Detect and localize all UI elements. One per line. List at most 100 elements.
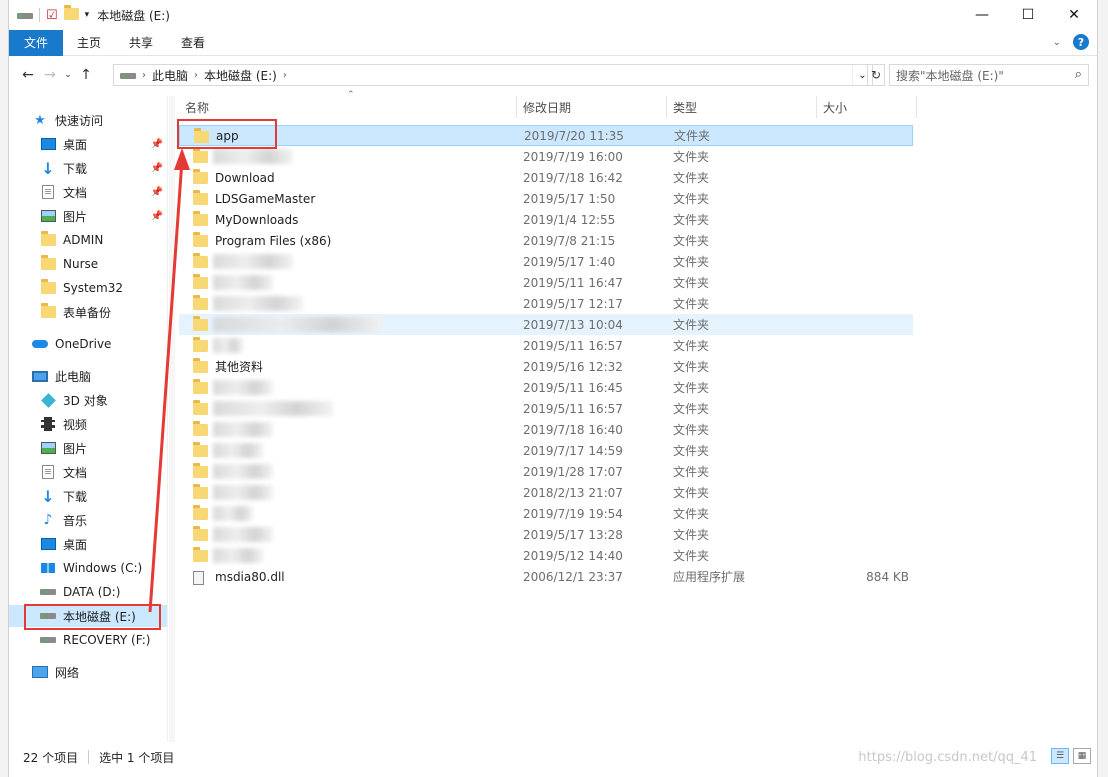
file-name: Program Files (x86) (215, 233, 332, 248)
picture-icon (39, 208, 57, 224)
file-row[interactable]: 2019/7/19 16:00 文件夹 (179, 146, 913, 167)
file-type: 文件夹 (673, 423, 710, 437)
file-row[interactable]: 2019/7/19 19:54 文件夹 (179, 503, 913, 524)
ribbon-tabs: 文件 主页 共享 查看 ⌄ ? (9, 29, 1097, 56)
folder-icon (193, 316, 208, 334)
document-icon (39, 184, 57, 200)
nav-label: 表单备份 (63, 305, 112, 320)
maximize-button[interactable]: ☐ (1005, 0, 1051, 30)
nav-drive-c[interactable]: Windows (C:) (9, 557, 167, 579)
file-row[interactable]: app 2019/7/20 11:35 文件夹 (179, 125, 913, 146)
nav-pictures[interactable]: 图片 (9, 437, 167, 459)
nav-desktop[interactable]: 桌面 (9, 533, 167, 555)
nav-folder-nurse[interactable]: Nurse (9, 253, 167, 275)
nav-drive-d[interactable]: DATA (D:) (9, 581, 167, 603)
tab-share[interactable]: 共享 (115, 30, 167, 56)
nav-desktop-pinned[interactable]: 桌面 📌 (9, 133, 167, 155)
folder-icon (193, 547, 208, 565)
close-button[interactable]: ✕ (1051, 0, 1097, 30)
search-icon[interactable]: ⌕ (1075, 67, 1082, 82)
file-row[interactable]: 2019/7/18 16:40 文件夹 (179, 419, 913, 440)
nav-folder-admin[interactable]: ADMIN (9, 229, 167, 251)
refresh-button[interactable]: ↻ (867, 64, 885, 86)
file-type: 文件夹 (673, 528, 710, 542)
column-date-modified[interactable]: 修改日期 (517, 96, 667, 118)
file-row[interactable]: 2019/7/13 10:04 文件夹 (179, 314, 913, 335)
nav-music[interactable]: ♪ 音乐 (9, 509, 167, 531)
redacted-name-blur (213, 527, 273, 542)
minimize-button[interactable]: — (959, 0, 1005, 30)
properties-quick-icon[interactable]: ☑ (46, 8, 58, 23)
file-row[interactable]: 2019/1/28 17:07 文件夹 (179, 461, 913, 482)
column-size[interactable]: 大小 (817, 96, 917, 118)
file-row[interactable]: MyDownloads 2019/1/4 12:55 文件夹 (179, 209, 913, 230)
file-row[interactable]: LDSGameMaster 2019/5/17 1:50 文件夹 (179, 188, 913, 209)
nav-network[interactable]: 网络 (9, 661, 167, 683)
recent-locations-icon[interactable]: ⌄ (61, 70, 75, 80)
pin-icon[interactable]: 📌 (151, 163, 163, 174)
back-arrow-icon[interactable]: ← (17, 67, 39, 83)
nav-pictures-pinned[interactable]: 图片 📌 (9, 205, 167, 227)
details-view-icon[interactable]: ☰ (1051, 748, 1069, 764)
nav-this-pc[interactable]: 此电脑 (9, 365, 167, 387)
tab-home[interactable]: 主页 (63, 30, 115, 56)
file-row[interactable]: msdia80.dll 2006/12/1 23:37 应用程序扩展 884 KB (179, 566, 913, 587)
file-row[interactable]: 2019/7/17 14:59 文件夹 (179, 440, 913, 461)
nav-3d-objects[interactable]: 3D 对象 (9, 389, 167, 411)
file-row[interactable]: 2019/5/12 14:40 文件夹 (179, 545, 913, 566)
nav-downloads[interactable]: ↓ 下载 (9, 485, 167, 507)
chevron-right-icon[interactable]: › (136, 70, 146, 81)
nav-onedrive[interactable]: OneDrive (9, 333, 167, 355)
redacted-name-blur (213, 296, 303, 311)
file-row[interactable]: 2019/5/11 16:47 文件夹 (179, 272, 913, 293)
large-icons-view-icon[interactable]: ▦ (1073, 748, 1091, 764)
nav-label: 视频 (63, 417, 88, 432)
file-row[interactable]: 2019/5/11 16:57 文件夹 (179, 335, 913, 356)
nav-folder-system32[interactable]: System32 (9, 277, 167, 299)
nav-quick-access[interactable]: ★ 快速访问 (9, 109, 167, 131)
nav-videos[interactable]: 视频 (9, 413, 167, 435)
breadcrumb-this-pc[interactable]: 此电脑 (146, 67, 194, 84)
address-bar[interactable]: › 此电脑 › 本地磁盘 (E:) › ⌄ (113, 64, 873, 86)
file-row[interactable]: 其他资料 2019/5/16 12:32 文件夹 (179, 356, 913, 377)
chevron-right-icon[interactable]: › (283, 70, 287, 81)
file-type: 文件夹 (673, 381, 710, 395)
nav-label: 下载 (63, 161, 88, 176)
file-row[interactable]: 2019/5/17 1:40 文件夹 (179, 251, 913, 272)
pin-icon[interactable]: 📌 (151, 211, 163, 222)
redacted-name-blur (213, 548, 263, 563)
up-arrow-icon[interactable]: ↑ (75, 67, 97, 83)
file-row[interactable]: Download 2019/7/18 16:42 文件夹 (179, 167, 913, 188)
file-row[interactable]: Program Files (x86) 2019/7/8 21:15 文件夹 (179, 230, 913, 251)
nav-documents[interactable]: 文档 (9, 461, 167, 483)
nav-drive-f[interactable]: RECOVERY (F:) (9, 629, 167, 651)
nav-downloads-pinned[interactable]: ↓ 下载 📌 (9, 157, 167, 179)
breadcrumb-local-disk-e[interactable]: 本地磁盘 (E:) (198, 67, 283, 84)
quick-access-dropdown-icon[interactable]: ▾ (85, 10, 90, 20)
forward-arrow-icon[interactable]: → (39, 67, 61, 83)
pin-icon[interactable]: 📌 (151, 139, 163, 150)
column-type[interactable]: 类型 (667, 96, 817, 118)
file-row[interactable]: 2019/5/17 13:28 文件夹 (179, 524, 913, 545)
redacted-name-blur (213, 506, 253, 521)
folder-icon (193, 505, 208, 523)
tab-file[interactable]: 文件 (9, 29, 64, 56)
pin-icon[interactable]: 📌 (151, 187, 163, 198)
nav-documents-pinned[interactable]: 文档 📌 (9, 181, 167, 203)
file-row[interactable]: 2019/5/11 16:45 文件夹 (179, 377, 913, 398)
cloud-icon (31, 336, 49, 352)
file-row[interactable]: 2018/2/13 21:07 文件夹 (179, 482, 913, 503)
new-folder-quick-icon[interactable] (63, 4, 79, 23)
nav-label: OneDrive (55, 337, 112, 351)
document-icon (39, 464, 57, 480)
folder-icon (39, 279, 57, 296)
search-input[interactable]: 搜索"本地磁盘 (E:)" ⌕ (889, 64, 1089, 86)
tab-view[interactable]: 查看 (167, 30, 219, 56)
column-name[interactable]: 名称 (179, 96, 517, 118)
help-icon[interactable]: ? (1073, 34, 1089, 50)
expand-ribbon-icon[interactable]: ⌄ (1053, 37, 1061, 48)
file-row[interactable]: 2019/5/17 12:17 文件夹 (179, 293, 913, 314)
navigation-scrollbar[interactable] (169, 96, 175, 742)
nav-folder-form-backup[interactable]: 表单备份 (9, 301, 167, 323)
file-row[interactable]: 2019/5/11 16:57 文件夹 (179, 398, 913, 419)
